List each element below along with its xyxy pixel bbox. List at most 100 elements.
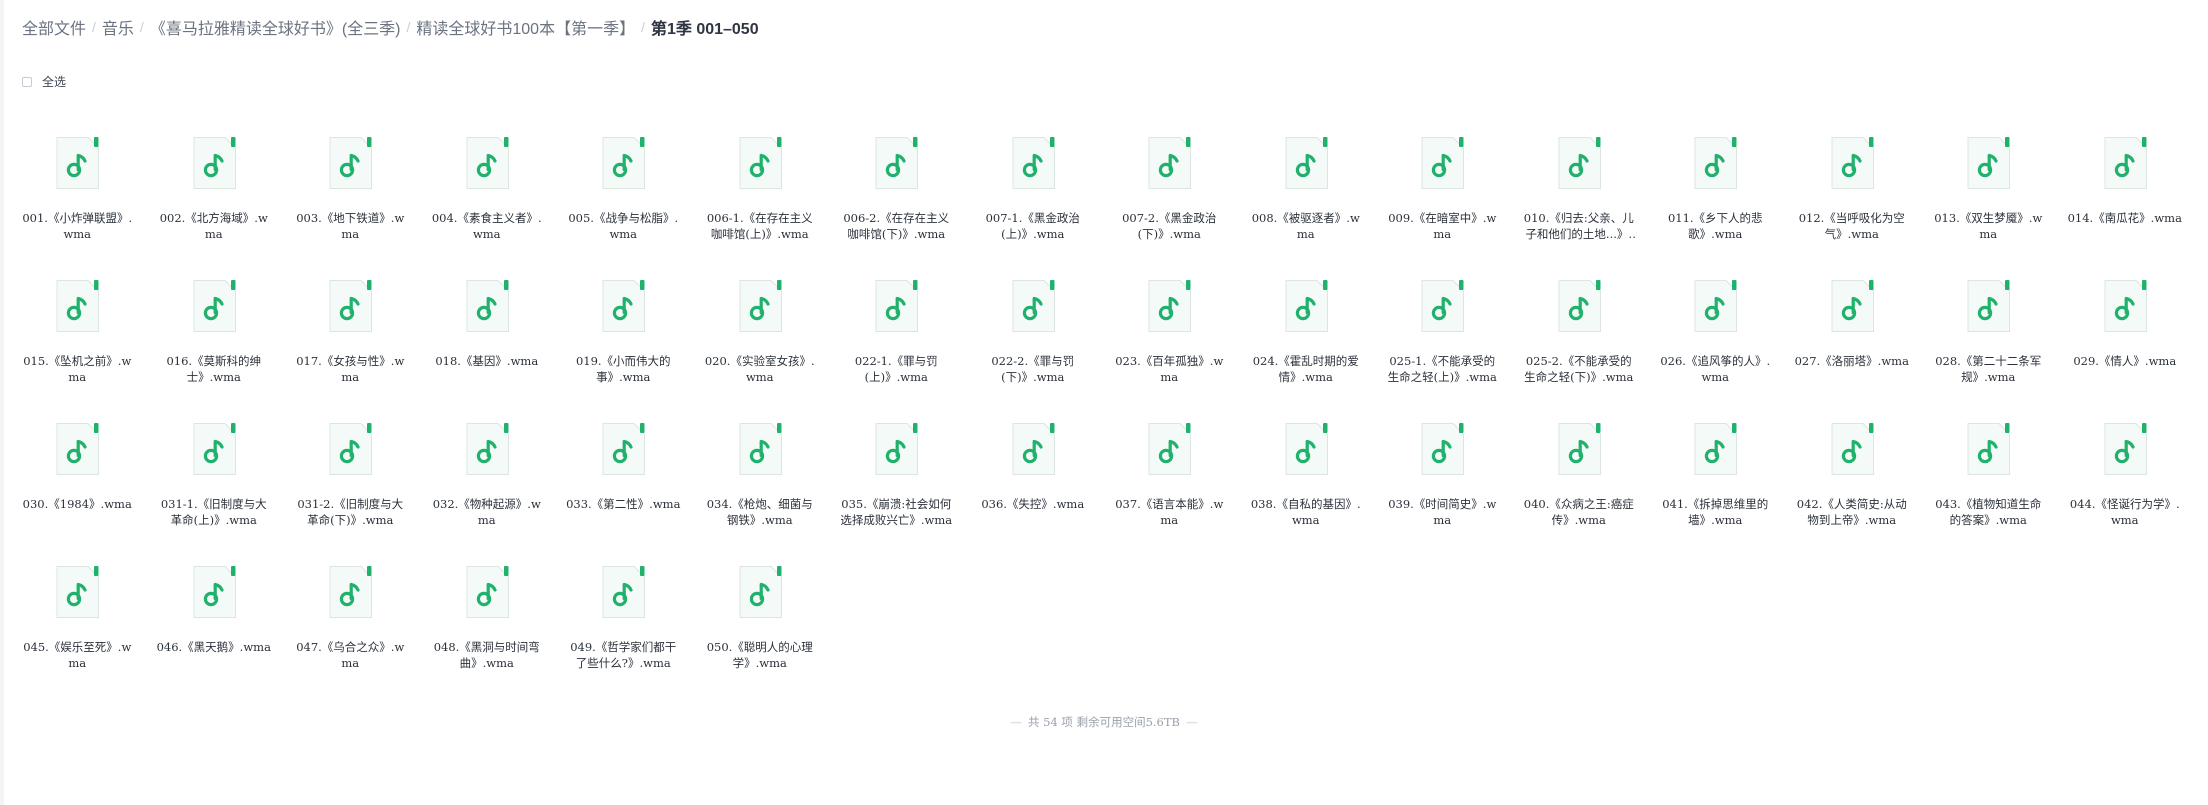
breadcrumb-item[interactable]: 精读全球好书100本【第一季】 <box>416 15 635 39</box>
file-item[interactable]: 026.《追风筝的人》.wma <box>1647 271 1784 414</box>
file-item[interactable]: 022-1.《罪与罚(上)》.wma <box>828 271 965 414</box>
file-item[interactable]: 007-2.《黑金政治(下)》.wma <box>1101 128 1238 271</box>
music-file-icon-graphic <box>1967 280 2011 332</box>
breadcrumb-item[interactable]: 音乐 <box>102 15 134 39</box>
file-item[interactable]: 019.《小而伟大的事》.wma <box>555 271 692 414</box>
file-item[interactable]: 031-1.《旧制度与大革命(上)》.wma <box>146 414 283 557</box>
music-file-icon <box>327 136 373 190</box>
file-item[interactable]: 025-2.《不能承受的生命之轻(下)》.wma <box>1511 271 1648 414</box>
file-item[interactable]: 045.《娱乐至死》.wma <box>9 557 146 700</box>
file-item[interactable]: 042.《人类简史:从动物到上帝》.wma <box>1784 414 1921 557</box>
file-item[interactable]: 047.《乌合之众》.wma <box>282 557 419 700</box>
file-item[interactable]: 048.《黑洞与时间弯曲》.wma <box>419 557 556 700</box>
breadcrumb-item[interactable]: 全部文件 <box>22 15 86 39</box>
file-item[interactable]: 004.《素食主义者》.wma <box>419 128 556 271</box>
music-file-icon <box>1829 136 1875 190</box>
music-file-icon <box>1146 136 1192 190</box>
music-file-icon-graphic <box>875 280 919 332</box>
file-name: 045.《娱乐至死》.wma <box>23 640 132 670</box>
file-item[interactable]: 035.《崩溃:社会如何选择成败兴亡》.wma <box>828 414 965 557</box>
file-item[interactable]: 032.《物种起源》.wma <box>419 414 556 557</box>
music-file-icon <box>873 422 919 476</box>
file-name: 038.《自私的基因》.wma <box>1250 497 1361 527</box>
music-file-icon-graphic <box>875 423 919 475</box>
file-item[interactable]: 006-2.《在存在主义咖啡馆(下)》.wma <box>828 128 965 271</box>
music-file-icon-graphic <box>739 280 782 332</box>
file-item[interactable]: 001.《小炸弹联盟》.wma <box>9 128 146 271</box>
file-item[interactable]: 009.《在暗室中》.wma <box>1374 128 1511 271</box>
music-file-icon <box>1283 422 1329 476</box>
music-file-icon-graphic <box>875 137 919 189</box>
file-item[interactable]: 037.《语言本能》.wma <box>1101 414 1238 557</box>
music-file-icon-graphic <box>466 423 509 475</box>
file-item[interactable]: 012.《当呼吸化为空气》.wma <box>1784 128 1921 271</box>
file-item[interactable]: 050.《聪明人的心理学》.wma <box>692 557 829 700</box>
music-file-icon <box>327 422 373 476</box>
select-all-checkbox[interactable] <box>22 76 32 87</box>
file-item[interactable]: 011.《乡下人的悲歌》.wma <box>1647 128 1784 271</box>
file-item[interactable]: 016.《莫斯科的绅士》.wma <box>146 271 283 414</box>
file-item[interactable]: 006-1.《在存在主义咖啡馆(上)》.wma <box>692 128 829 271</box>
file-name: 031-2.《旧制度与大革命(下)》.wma <box>297 497 404 527</box>
music-file-icon <box>873 279 919 333</box>
breadcrumb-item[interactable]: 《喜马拉雅精读全球好书》(全三季) <box>150 15 401 39</box>
music-file-icon <box>464 565 510 619</box>
file-item[interactable]: 018.《基因》.wma <box>419 271 556 414</box>
music-file-icon <box>1965 422 2011 476</box>
music-file-icon-graphic <box>1285 423 1328 475</box>
file-item[interactable]: 049.《哲学家们都干了些什么?》.wma <box>555 557 692 700</box>
file-item[interactable]: 023.《百年孤独》.wma <box>1101 271 1238 414</box>
file-item[interactable]: 014.《南瓜花》.wma <box>2057 128 2194 271</box>
file-name: 007-1.《黑金政治(上)》.wma <box>985 211 1080 241</box>
file-item[interactable]: 024.《霍乱时期的爱情》.wma <box>1238 271 1375 414</box>
file-item[interactable]: 005.《战争与松脂》.wma <box>555 128 692 271</box>
file-item[interactable]: 031-2.《旧制度与大革命(下)》.wma <box>282 414 419 557</box>
music-file-icon <box>873 136 919 190</box>
file-item[interactable]: 003.《地下铁道》.wma <box>282 128 419 271</box>
file-item[interactable]: 010.《归去:父亲、儿子和他们的土地...》.wma <box>1511 128 1648 271</box>
file-name: 002.《北方海域》.wma <box>159 211 268 241</box>
file-name: 042.《人类简史:从动物到上帝》.wma <box>1796 497 1907 527</box>
file-item[interactable]: 038.《自私的基因》.wma <box>1238 414 1375 557</box>
file-item[interactable]: 015.《坠机之前》.wma <box>9 271 146 414</box>
music-file-icon <box>1010 422 1056 476</box>
select-all-toggle[interactable]: 全选 <box>22 73 66 90</box>
breadcrumb-separator: / <box>92 19 96 35</box>
file-item[interactable]: 034.《枪炮、细菌与钢铁》.wma <box>692 414 829 557</box>
file-item[interactable]: 043.《植物知道生命的答案》.wma <box>1920 414 2057 557</box>
music-file-icon-graphic <box>329 566 373 618</box>
file-name: 024.《霍乱时期的爱情》.wma <box>1252 354 1359 384</box>
music-file-icon-graphic <box>739 566 782 618</box>
music-file-icon-graphic <box>2104 280 2147 332</box>
music-file-icon-graphic <box>739 137 782 189</box>
file-item[interactable]: 022-2.《罪与罚(下)》.wma <box>965 271 1102 414</box>
file-item[interactable]: 030.《1984》.wma <box>9 414 146 557</box>
file-name: 029.《情人》.wma <box>2073 354 2177 368</box>
music-file-icon-graphic <box>466 280 509 332</box>
file-item[interactable]: 033.《第二性》.wma <box>555 414 692 557</box>
file-item[interactable]: 002.《北方海域》.wma <box>146 128 283 271</box>
file-item[interactable]: 020.《实验室女孩》.wma <box>692 271 829 414</box>
music-file-icon <box>1283 279 1329 333</box>
file-item[interactable]: 008.《被驱逐者》.wma <box>1238 128 1375 271</box>
music-file-icon <box>54 565 100 619</box>
file-item[interactable]: 039.《时间简史》.wma <box>1374 414 1511 557</box>
file-name: 006-1.《在存在主义咖啡馆(上)》.wma <box>706 211 813 241</box>
file-item[interactable]: 017.《女孩与性》.wma <box>282 271 419 414</box>
file-name: 049.《哲学家们都干了些什么?》.wma <box>570 640 677 670</box>
file-name: 001.《小炸弹联盟》.wma <box>22 211 133 241</box>
music-file-icon <box>1419 136 1465 190</box>
file-item[interactable]: 013.《双生梦魇》.wma <box>1920 128 2057 271</box>
file-item[interactable]: 028.《第二十二条军规》.wma <box>1920 271 2057 414</box>
file-item[interactable]: 007-1.《黑金政治(上)》.wma <box>965 128 1102 271</box>
file-item[interactable]: 044.《怪诞行为学》.wma <box>2057 414 2194 557</box>
file-item[interactable]: 041.《拆掉思维里的墙》.wma <box>1647 414 1784 557</box>
file-item[interactable]: 025-1.《不能承受的生命之轻(上)》.wma <box>1374 271 1511 414</box>
file-item[interactable]: 040.《众病之王:癌症传》.wma <box>1511 414 1648 557</box>
file-name: 010.《归去:父亲、儿子和他们的土地...》.wma <box>1523 211 1634 241</box>
breadcrumb-separator: / <box>641 19 645 35</box>
file-item[interactable]: 029.《情人》.wma <box>2057 271 2194 414</box>
file-item[interactable]: 036.《失控》.wma <box>965 414 1102 557</box>
file-item[interactable]: 046.《黑天鹅》.wma <box>146 557 283 700</box>
file-item[interactable]: 027.《洛丽塔》.wma <box>1784 271 1921 414</box>
